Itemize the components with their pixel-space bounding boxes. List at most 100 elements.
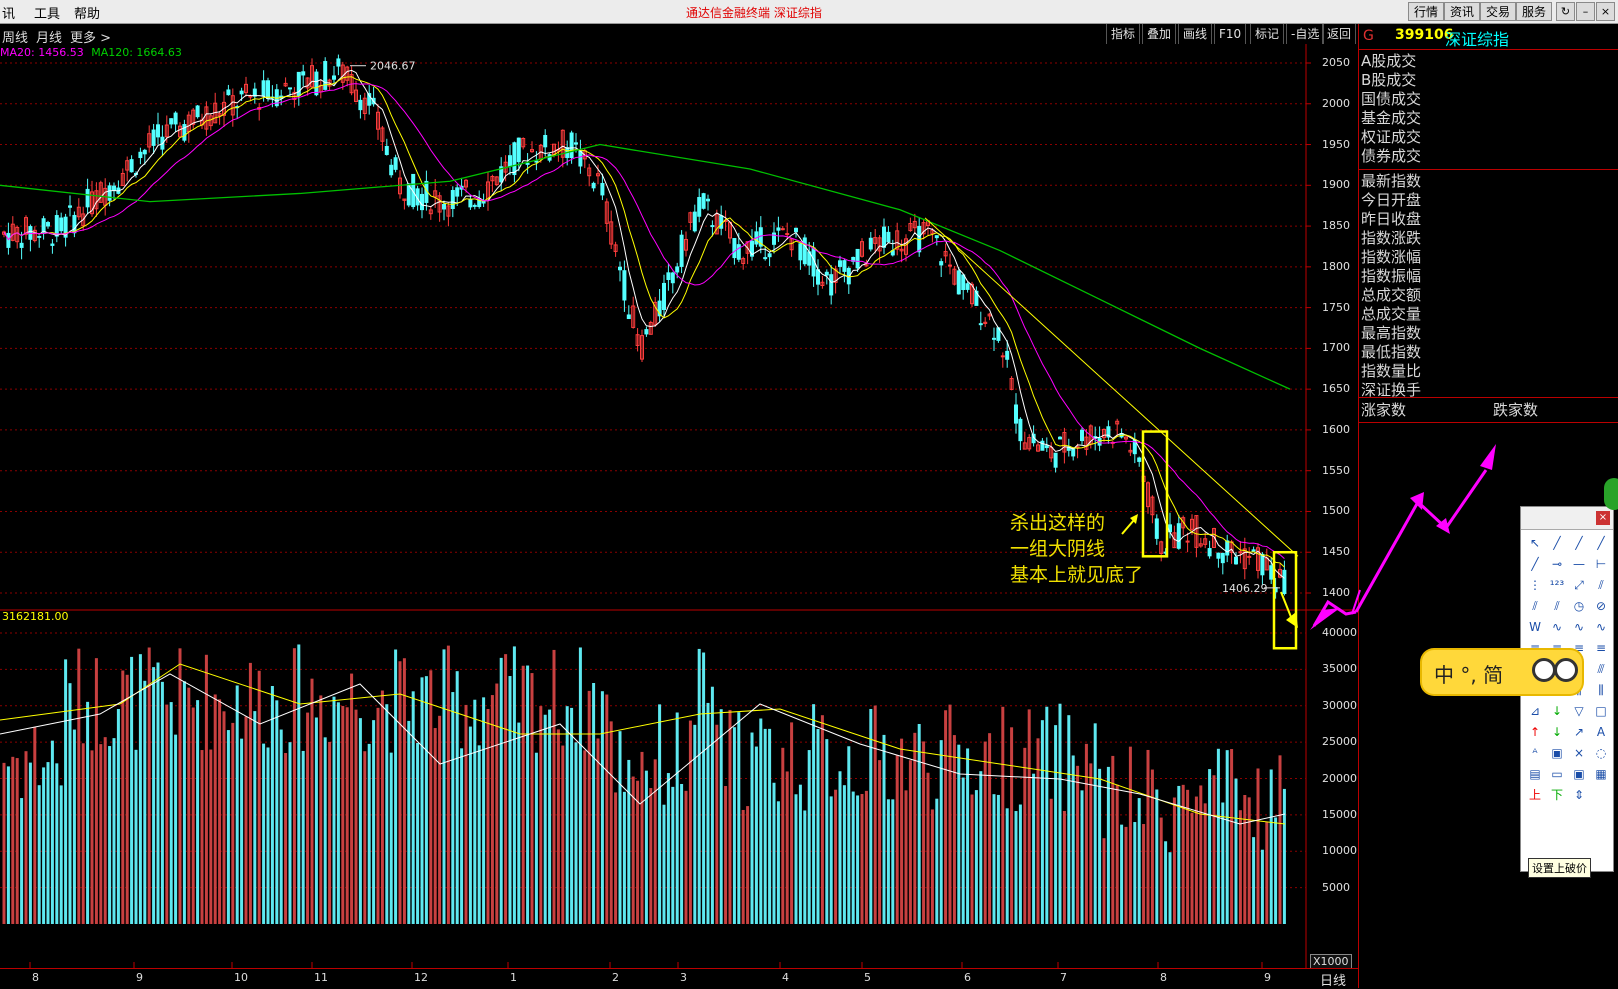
volume-bar [1190, 812, 1194, 924]
down-arrow-icon[interactable]: ↓ [1547, 722, 1567, 742]
candle-body [72, 214, 77, 234]
volume-bar [1194, 796, 1198, 924]
volume-bar [1265, 821, 1269, 924]
volume-bar [1274, 817, 1278, 924]
rectangle-icon[interactable]: □ [1591, 701, 1611, 721]
wave-icon[interactable]: ∿ [1547, 617, 1567, 637]
no-icon[interactable]: ⊘ [1591, 596, 1611, 616]
candle-body [50, 243, 55, 246]
breakout-up-icon[interactable]: 上 [1525, 785, 1545, 805]
close-icon[interactable]: × [1596, 2, 1615, 21]
angle-icon[interactable]: ⊿ [1525, 701, 1545, 721]
volume-bar [1098, 768, 1102, 924]
info-button[interactable]: 资讯 [1444, 2, 1481, 21]
quote-label: 指数涨跌 [1361, 229, 1422, 247]
hline-icon[interactable]: — [1569, 554, 1589, 574]
channel-icon[interactable]: ⫽ [1525, 596, 1545, 616]
kline-chart[interactable]: 2046.67 1406.29 [0, 44, 1358, 968]
candle-body [85, 188, 90, 208]
highlight-icon[interactable]: ◌ [1591, 743, 1611, 763]
delete-icon[interactable]: × [1569, 743, 1589, 763]
wave-icon[interactable]: ∿ [1569, 617, 1589, 637]
volume-bar [570, 707, 574, 924]
breakout-down-icon[interactable]: 下 [1547, 785, 1567, 805]
quote-label: 指数量比 [1361, 362, 1422, 380]
green-tab-icon[interactable] [1604, 478, 1618, 510]
line-icon[interactable]: ╱ [1547, 533, 1567, 553]
ruler-icon[interactable]: ▭ [1547, 764, 1567, 784]
candle-body [1216, 552, 1221, 559]
range-icon[interactable]: ⇕ [1569, 785, 1589, 805]
draw-line-button[interactable]: 画线 [1178, 24, 1213, 44]
box-icon[interactable]: ▣ [1547, 743, 1567, 763]
note-icon[interactable]: ▤ [1525, 764, 1545, 784]
volume-bar [1282, 788, 1286, 924]
toolbox-close-icon[interactable]: × [1596, 511, 1610, 525]
volume-bar [644, 770, 648, 924]
volume-bar [253, 711, 257, 924]
indicator-button[interactable]: 指标 [1106, 24, 1141, 44]
menu-item-tools[interactable]: 工具 [34, 3, 60, 22]
restore-icon[interactable]: ↻ [1556, 2, 1575, 21]
up-right-arrow-icon[interactable]: ↗ [1569, 722, 1589, 742]
menu-item-help[interactable]: 帮助 [74, 3, 100, 22]
back-button[interactable]: 返回 [1322, 24, 1357, 44]
volume-bar [191, 707, 195, 924]
circle-icon[interactable]: ◷ [1569, 596, 1589, 616]
trade-button[interactable]: 交易 [1480, 2, 1517, 21]
quote-label: A股成交 [1361, 52, 1417, 70]
pointer-icon[interactable]: ↖ [1525, 533, 1545, 553]
volume-bar [275, 700, 279, 924]
annotation-line-1: 杀出这样的 [1010, 512, 1106, 534]
candle-body [1018, 418, 1023, 442]
channel-icon[interactable]: ⫽ [1591, 575, 1611, 595]
x-tick-label: 11 [314, 971, 328, 984]
fall-count-label: 跌家数 [1493, 401, 1539, 419]
channel-icon[interactable]: ⫽ [1547, 596, 1567, 616]
overlay-button[interactable]: 叠加 [1142, 24, 1177, 44]
wave-icon[interactable]: W [1525, 617, 1545, 637]
anchor-icon[interactable]: ⊸ [1547, 554, 1567, 574]
volume-bar [367, 743, 371, 924]
text-icon[interactable]: ᴬ [1525, 743, 1545, 763]
up-arrow-icon[interactable]: ↑ [1525, 722, 1545, 742]
volume-bar [710, 686, 714, 924]
menu-item-news[interactable]: 讯 [2, 3, 15, 22]
volume-bar [1164, 841, 1168, 924]
service-button[interactable]: 服务 [1516, 2, 1553, 21]
watchlist-button[interactable]: -自选 [1286, 24, 1325, 44]
count-icon[interactable]: ¹²³ [1547, 575, 1567, 595]
segment-icon[interactable]: ╱ [1591, 533, 1611, 553]
volume-bar [486, 708, 490, 924]
minimize-icon[interactable]: – [1576, 2, 1595, 21]
toolbox-header[interactable]: × [1521, 507, 1613, 530]
f10-button[interactable]: F10 [1214, 24, 1247, 44]
price-tick-label: 1800 [1322, 259, 1350, 273]
volume-bar [913, 732, 917, 924]
fib-icon[interactable]: ⫻ [1591, 659, 1611, 679]
market-button[interactable]: 行情 [1408, 2, 1445, 21]
mark-button[interactable]: 标记 [1250, 24, 1285, 44]
arrow-down-icon[interactable]: ↓ [1547, 701, 1567, 721]
table-icon[interactable]: ▦ [1591, 764, 1611, 784]
volume-bar [218, 699, 222, 924]
gann-icon[interactable]: ⫼ [1591, 680, 1611, 700]
vline-icon[interactable]: ⋮ [1525, 575, 1545, 595]
text-icon[interactable]: A [1591, 722, 1611, 742]
candle-body [965, 283, 970, 290]
volume-bar [424, 676, 428, 924]
wave-icon[interactable]: ∿ [1591, 617, 1611, 637]
volume-bar [33, 726, 37, 924]
tag-icon[interactable]: ▣ [1569, 764, 1589, 784]
ime-toolbar[interactable]: 中 °, 简 [1422, 650, 1582, 694]
triangle-icon[interactable]: ▽ [1569, 701, 1589, 721]
fan-icon[interactable]: ⤢ [1569, 575, 1589, 595]
parallel-icon[interactable]: ╱ [1525, 554, 1545, 574]
hray-icon[interactable]: ⊢ [1591, 554, 1611, 574]
candle-body [1251, 549, 1256, 552]
blank-icon[interactable] [1591, 785, 1611, 805]
ray-icon[interactable]: ╱ [1569, 533, 1589, 553]
volume-bar [1221, 802, 1225, 924]
period-label[interactable]: 日线 [1320, 970, 1346, 989]
grid-icon[interactable]: ≡ [1591, 638, 1611, 658]
